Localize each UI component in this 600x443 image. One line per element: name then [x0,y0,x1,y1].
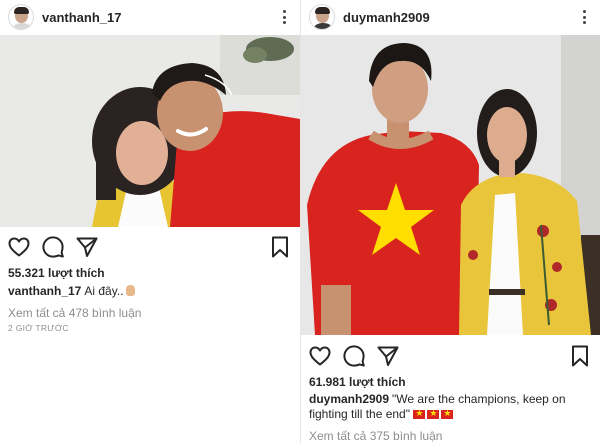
bookmark-icon[interactable] [568,344,592,368]
post-timestamp: 2 GIỜ TRƯỚC [8,323,69,333]
heart-icon[interactable] [308,344,332,368]
post-username[interactable]: duymanh2909 [343,10,430,25]
comment-icon[interactable] [342,344,366,368]
post-photo[interactable] [0,35,300,227]
post-header: vanthanh_17 [0,0,300,34]
caption-username[interactable]: duymanh2909 [309,392,389,406]
view-comments-link[interactable]: Xem tất cả 478 bình luận [8,306,141,320]
comment-icon[interactable] [41,235,65,259]
bookmark-icon[interactable] [268,235,292,259]
more-options-icon[interactable] [278,7,290,27]
vietnam-flag-icon [427,407,440,422]
post-username[interactable]: vanthanh_17 [42,10,121,25]
post-header: duymanh2909 [301,0,600,34]
share-icon[interactable] [376,344,400,368]
selfie-photo [0,35,300,227]
view-comments-link[interactable]: Xem tất cả 375 bình luận [309,429,442,443]
action-bar [0,233,300,261]
caption: vanthanh_17 Ai đây.. [8,284,293,299]
more-options-icon[interactable] [578,7,590,27]
share-icon[interactable] [75,235,99,259]
post-photo[interactable] [301,35,600,335]
heart-icon[interactable] [7,235,31,259]
action-bar [301,342,600,370]
avatar[interactable] [309,4,335,30]
likes-count[interactable]: 55.321 lượt thích [8,266,105,280]
portrait-photo [301,35,600,335]
hand-emoji-icon [125,285,135,296]
caption-username[interactable]: vanthanh_17 [8,284,81,298]
caption-text: Ai đây.. [84,284,124,298]
avatar[interactable] [8,4,34,30]
post-duymanh: duymanh2909 61.981 lượt thích duymanh290… [300,0,600,443]
vietnam-flag-icon [441,407,454,422]
post-vanthanh: vanthanh_17 55.321 lượt thích vanthanh_1… [0,0,300,443]
caption: duymanh2909 "We are the champions, keep o… [309,392,594,422]
likes-count[interactable]: 61.981 lượt thích [309,375,406,389]
vietnam-flag-icon [413,407,426,422]
